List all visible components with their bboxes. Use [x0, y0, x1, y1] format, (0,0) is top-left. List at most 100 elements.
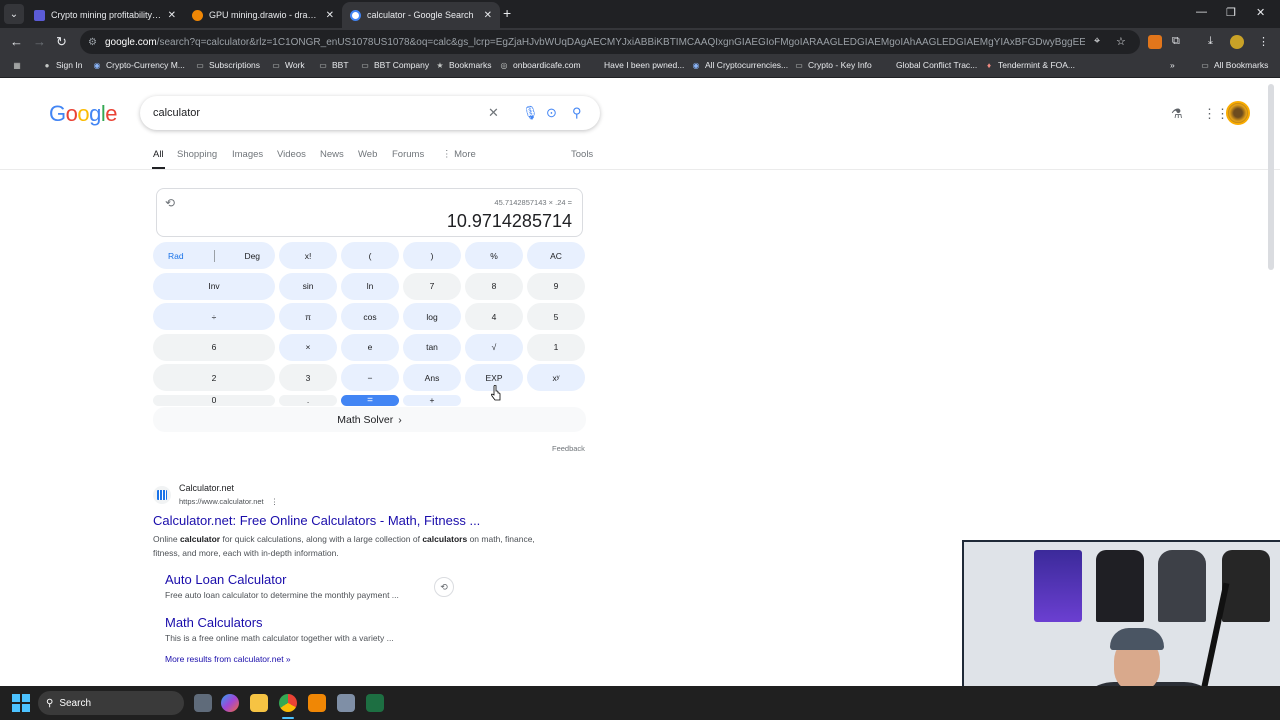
restore-icon[interactable]: ❐	[1226, 6, 1236, 19]
deg-option[interactable]: Deg	[244, 251, 260, 261]
bookmark-subscriptions[interactable]: ▭ Subscriptions	[195, 60, 260, 70]
digit-8-key[interactable]: 8	[465, 272, 523, 300]
microphone-icon[interactable]: 🎙︎	[522, 105, 539, 121]
percent-key[interactable]: %	[465, 242, 523, 269]
bookmark-sign-in[interactable]: ● Sign In	[42, 60, 83, 70]
search-magnifier-icon[interactable]: ⚲	[572, 105, 582, 121]
search-box[interactable]: calculator ✕ 🎙︎ ⊙ ⚲	[140, 96, 600, 130]
forward-arrow-icon[interactable]: →	[33, 34, 46, 50]
new-tab-plus-icon[interactable]: +	[503, 5, 511, 21]
bookmark-global-conflict[interactable]: Global Conflict Trac...	[882, 60, 977, 70]
sublink-math-calculators[interactable]: Math Calculators	[165, 615, 263, 630]
e-key[interactable]: e	[341, 333, 399, 361]
bookmark-have-i-been-pwned[interactable]: Have I been pwned...	[590, 60, 684, 70]
calculator-app-icon[interactable]	[337, 694, 355, 712]
more-vert-icon[interactable]: ⋮	[271, 497, 279, 506]
all-clear-key[interactable]: AC	[527, 242, 585, 269]
tab-videos[interactable]: Videos	[277, 149, 306, 160]
result-site-name[interactable]: Calculator.net	[179, 483, 234, 493]
tab-forums[interactable]: Forums	[392, 149, 424, 160]
rad-option[interactable]: Rad	[168, 251, 184, 261]
kebab-menu-icon[interactable]: ⋮	[1258, 35, 1269, 48]
math-solver-button[interactable]: Math Solver ›	[153, 407, 586, 432]
digit-4-key[interactable]: 4	[465, 303, 523, 330]
all-bookmarks-folder[interactable]: ▭ All Bookmarks	[1200, 60, 1268, 70]
tan-key[interactable]: tan	[403, 333, 461, 361]
bookmark-crypto-currency[interactable]: ◉ Crypto-Currency M...	[92, 60, 185, 70]
labs-flask-icon[interactable]: ⚗	[1171, 106, 1183, 122]
factorial-key[interactable]: x!	[279, 242, 337, 269]
equals-key[interactable]: =	[341, 394, 399, 406]
windows-start-icon[interactable]	[12, 694, 30, 712]
close-paren-key[interactable]: )	[403, 242, 461, 269]
result-url[interactable]: https://www.calculator.net ⋮	[179, 497, 278, 506]
rad-deg-toggle[interactable]: Rad Deg	[153, 242, 275, 269]
digit-6-key[interactable]: 6	[153, 333, 275, 361]
inverse-key[interactable]: Inv	[153, 272, 275, 300]
chrome-icon[interactable]	[279, 694, 297, 712]
drawio-icon[interactable]	[308, 694, 326, 712]
minimize-icon[interactable]: —	[1196, 6, 1207, 18]
browser-tab-2[interactable]: GPU mining.drawio - draw.io ✕	[184, 2, 342, 28]
decimal-key[interactable]: .	[279, 394, 337, 406]
excel-icon[interactable]	[366, 694, 384, 712]
bookmark-onboardicafe[interactable]: ◎ onboardicafe.com	[499, 60, 581, 70]
taskbar-search[interactable]: ⚲ Search	[38, 691, 184, 715]
sqrt-key[interactable]: √	[465, 333, 523, 361]
digit-0-key[interactable]: 0	[153, 394, 275, 406]
ln-key[interactable]: ln	[341, 272, 399, 300]
sin-key[interactable]: sin	[279, 272, 337, 300]
reload-icon[interactable]: ↻	[56, 34, 67, 50]
history-clock-icon[interactable]: ⟲	[165, 196, 175, 210]
digit-3-key[interactable]: 3	[279, 364, 337, 391]
power-key[interactable]: xʸ	[527, 364, 585, 391]
task-view-icon[interactable]	[194, 694, 212, 712]
url-text[interactable]: google.com/search?q=calculator&rlz=1C1ON…	[105, 37, 1085, 48]
lens-camera-icon[interactable]: ⊙	[546, 105, 557, 121]
tab-shopping[interactable]: Shopping	[177, 149, 217, 160]
more-results-link[interactable]: More results from calculator.net »	[165, 654, 291, 664]
browser-tab-1[interactable]: Crypto mining profitability calc ✕	[26, 2, 184, 28]
extensions-puzzle-icon[interactable]: ⧉	[1172, 35, 1180, 48]
feedback-link[interactable]: Feedback	[552, 444, 585, 453]
multiply-key[interactable]: ×	[279, 333, 337, 361]
clear-x-icon[interactable]: ✕	[488, 105, 499, 121]
metamask-extension-icon[interactable]	[1148, 35, 1162, 49]
google-logo[interactable]: Google	[49, 101, 118, 127]
close-icon[interactable]: ✕	[326, 10, 334, 21]
close-icon[interactable]: ✕	[484, 10, 492, 21]
divide-key[interactable]: ÷	[153, 303, 275, 330]
tab-web[interactable]: Web	[358, 149, 377, 160]
bookmark-star-icon[interactable]: ☆	[1116, 35, 1126, 48]
tab-more[interactable]: ⋮ More	[442, 149, 476, 160]
ans-key[interactable]: Ans	[403, 364, 461, 391]
bookmark-tendermint[interactable]: ♦ Tendermint & FOA...	[984, 60, 1075, 70]
digit-9-key[interactable]: 9	[527, 272, 585, 300]
tools-button[interactable]: Tools	[571, 149, 593, 160]
back-arrow-icon[interactable]: ←	[10, 34, 23, 50]
apps-grid-icon[interactable]: ▦	[12, 60, 22, 70]
bookmark-bbt-company[interactable]: ▭ BBT Company	[360, 60, 429, 70]
browser-tab-3-active[interactable]: calculator - Google Search ✕	[342, 2, 500, 28]
digit-1-key[interactable]: 1	[527, 333, 585, 361]
result-title-link[interactable]: Calculator.net: Free Online Calculators …	[153, 513, 480, 528]
digit-7-key[interactable]: 7	[403, 272, 461, 300]
location-pin-icon[interactable]: ⌖	[1094, 35, 1100, 48]
address-bar[interactable]: ⚙ google.com/search?q=calculator&rlz=1C1…	[80, 30, 1140, 54]
page-scrollbar-thumb[interactable]	[1268, 84, 1274, 270]
pi-key[interactable]: π	[279, 303, 337, 330]
copilot-icon[interactable]	[221, 694, 239, 712]
site-info-tune-icon[interactable]: ⚙	[88, 37, 97, 48]
profile-avatar-icon[interactable]	[1230, 35, 1244, 49]
file-explorer-icon[interactable]	[250, 694, 268, 712]
bookmark-all-cryptocurrencies[interactable]: ◉ All Cryptocurrencies...	[691, 60, 789, 70]
account-avatar[interactable]	[1226, 101, 1250, 125]
bookmarks-overflow-chevron-icon[interactable]: »	[1170, 60, 1175, 70]
tab-images[interactable]: Images	[232, 149, 263, 160]
log-key[interactable]: log	[403, 303, 461, 330]
digit-2-key[interactable]: 2	[153, 364, 275, 391]
tab-news[interactable]: News	[320, 149, 344, 160]
digit-5-key[interactable]: 5	[527, 303, 585, 330]
bookmark-crypto-key-info[interactable]: ▭ Crypto - Key Info	[794, 60, 872, 70]
download-icon[interactable]: ⤓	[1208, 35, 1213, 48]
